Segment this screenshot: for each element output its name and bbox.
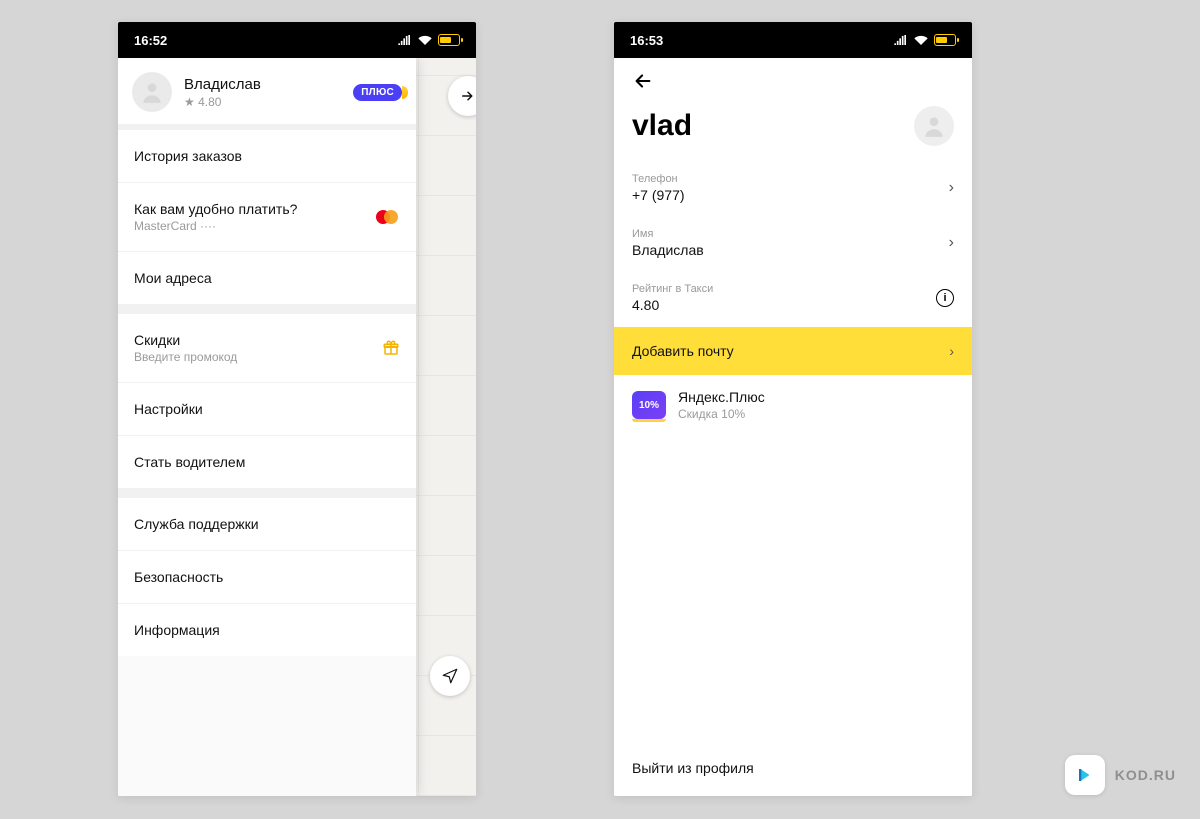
profile-name: Владислав bbox=[184, 76, 261, 93]
chevron-right-icon: › bbox=[949, 234, 954, 252]
profile-header[interactable]: Владислав ★ 4.80 ПЛЮС bbox=[118, 58, 416, 124]
menu-discounts[interactable]: Скидки Введите промокод bbox=[118, 314, 416, 382]
wifi-icon bbox=[418, 35, 432, 45]
profile-title: vlad bbox=[632, 109, 692, 143]
menu-become-driver[interactable]: Стать водителем bbox=[118, 435, 416, 488]
site-brand: KOD.RU bbox=[1065, 755, 1176, 795]
menu-sublabel: MasterCard ···· bbox=[134, 219, 297, 233]
avatar bbox=[132, 72, 172, 112]
menu-label: Скидки bbox=[134, 332, 237, 348]
profile-rating: ★ 4.80 bbox=[184, 95, 261, 109]
menu-sublabel: Введите промокод bbox=[134, 350, 237, 364]
user-icon bbox=[921, 113, 947, 139]
field-value: Владислав bbox=[632, 242, 704, 258]
menu-settings[interactable]: Настройки bbox=[118, 382, 416, 435]
profile-screen: vlad Телефон +7 (977) › Имя Владислав › … bbox=[614, 58, 972, 796]
brand-logo-icon bbox=[1065, 755, 1105, 795]
menu-label: Как вам удобно платить? bbox=[134, 201, 297, 217]
gift-icon bbox=[382, 339, 400, 357]
add-email-row[interactable]: Добавить почту › bbox=[614, 327, 972, 375]
status-icons bbox=[398, 34, 460, 46]
wifi-icon bbox=[914, 35, 928, 45]
battery-icon bbox=[438, 34, 460, 46]
status-time: 16:53 bbox=[630, 33, 663, 48]
avatar[interactable] bbox=[914, 106, 954, 146]
logout-button[interactable]: Выйти из профиля bbox=[614, 742, 972, 796]
battery-icon bbox=[934, 34, 956, 46]
menu-label: Информация bbox=[134, 622, 220, 638]
signal-icon bbox=[894, 35, 908, 45]
chevron-right-icon: › bbox=[949, 179, 954, 197]
menu-information[interactable]: Информация bbox=[118, 603, 416, 656]
field-name[interactable]: Имя Владислав › bbox=[614, 217, 972, 272]
phone-right: 16:53 vlad Телефон +7 (977) › bbox=[614, 22, 972, 796]
promo-sub: Скидка 10% bbox=[678, 407, 765, 421]
menu-label: Безопасность bbox=[134, 569, 223, 585]
menu-label: Мои адреса bbox=[134, 270, 212, 286]
field-rating[interactable]: Рейтинг в Такси 4.80 i bbox=[614, 272, 972, 327]
side-drawer: Владислав ★ 4.80 ПЛЮС История заказов Ка… bbox=[118, 58, 416, 796]
user-icon bbox=[139, 79, 165, 105]
row-label: Добавить почту bbox=[632, 343, 734, 359]
chevron-right-icon: › bbox=[949, 343, 954, 359]
mastercard-icon bbox=[374, 208, 400, 226]
status-icons bbox=[894, 34, 956, 46]
menu-order-history[interactable]: История заказов bbox=[118, 130, 416, 182]
row-label: Выйти из профиля bbox=[632, 760, 754, 776]
status-bar: 16:53 bbox=[614, 22, 972, 58]
menu-label: Служба поддержки bbox=[134, 516, 259, 532]
field-value: 4.80 bbox=[632, 297, 713, 313]
menu-support[interactable]: Служба поддержки bbox=[118, 498, 416, 550]
field-value: +7 (977) bbox=[632, 187, 685, 203]
menu-addresses[interactable]: Мои адреса bbox=[118, 251, 416, 304]
close-drawer-button[interactable] bbox=[448, 76, 476, 116]
phone-left: 16:52 Владислав ★ 4.80 ПЛЮС bbox=[118, 22, 476, 796]
menu-label: История заказов bbox=[134, 148, 242, 164]
signal-icon bbox=[398, 35, 412, 45]
brand-text: KOD.RU bbox=[1115, 767, 1176, 783]
promo-title: Яндекс.Плюс bbox=[678, 389, 765, 405]
menu-payment[interactable]: Как вам удобно платить? MasterCard ···· bbox=[118, 182, 416, 251]
menu-label: Стать водителем bbox=[134, 454, 245, 470]
field-label: Рейтинг в Такси bbox=[632, 283, 713, 295]
field-label: Телефон bbox=[632, 173, 685, 185]
menu-label: Настройки bbox=[134, 401, 203, 417]
status-time: 16:52 bbox=[134, 33, 167, 48]
info-icon[interactable]: i bbox=[936, 289, 954, 307]
locate-me-button[interactable] bbox=[430, 656, 470, 696]
field-label: Имя bbox=[632, 228, 704, 240]
promo-yandex-plus[interactable]: 10% Яндекс.Плюс Скидка 10% bbox=[614, 375, 972, 435]
menu-security[interactable]: Безопасность bbox=[118, 550, 416, 603]
status-bar: 16:52 bbox=[118, 22, 476, 58]
field-phone[interactable]: Телефон +7 (977) › bbox=[614, 162, 972, 217]
back-button[interactable] bbox=[632, 70, 654, 98]
plus-badge[interactable]: ПЛЮС bbox=[353, 84, 402, 101]
promo-badge: 10% bbox=[632, 391, 666, 419]
